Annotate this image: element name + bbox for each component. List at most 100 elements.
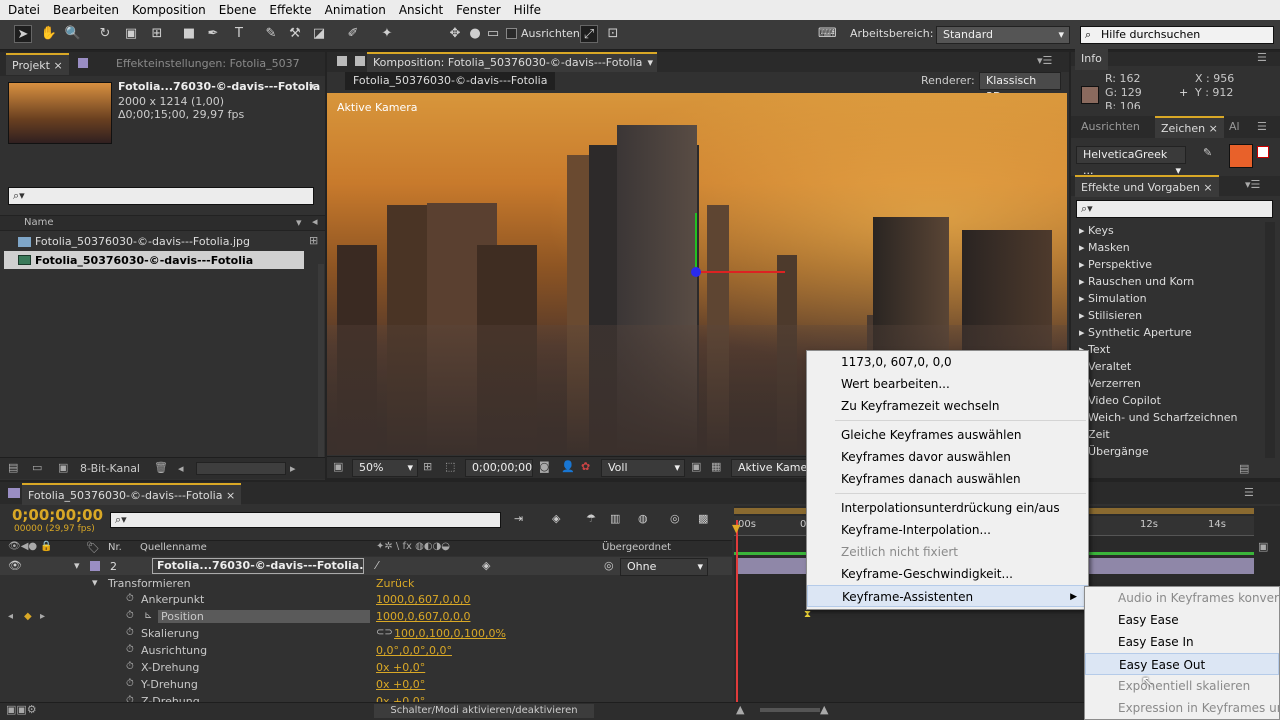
property-value[interactable]: 100,0,100,0,100,0% bbox=[394, 627, 506, 640]
property-value[interactable]: 1000,0,607,0,0,0 bbox=[376, 610, 470, 623]
tab-info[interactable]: Info bbox=[1075, 48, 1108, 70]
rectangle-tool-icon[interactable]: ■ bbox=[180, 25, 198, 43]
view-select[interactable]: Aktive Kamera bbox=[731, 459, 809, 477]
tab-align[interactable]: Ausrichten bbox=[1075, 116, 1146, 138]
add-keyframe-icon[interactable]: ◆ bbox=[24, 611, 32, 622]
property-value[interactable]: 0x +0,0° bbox=[376, 661, 425, 674]
expand-triangle-icon[interactable]: ▾ bbox=[92, 576, 98, 589]
y-axis-handle[interactable] bbox=[695, 213, 697, 273]
renderer-button[interactable]: Klassisch 3D bbox=[979, 72, 1061, 103]
z-axis-handle[interactable] bbox=[691, 267, 701, 277]
menu-hilfe[interactable]: Hilfe bbox=[506, 3, 546, 17]
local-axis-icon[interactable]: ✥ bbox=[446, 25, 464, 43]
stopwatch-icon[interactable]: ⏱ bbox=[126, 644, 134, 655]
menu-item[interactable]: Keyframe-Assistenten ▶ bbox=[807, 585, 1088, 607]
3d-layer-icon[interactable]: ◈ bbox=[482, 559, 490, 572]
eye-icon[interactable]: 👁 bbox=[8, 559, 22, 572]
interpret-footage-icon[interactable]: ▤ bbox=[8, 461, 18, 474]
list-item-selected[interactable]: Fotolia_50376030-©-davis---Fotolia bbox=[4, 251, 304, 269]
pan-behind-tool-icon[interactable]: ⊞ bbox=[148, 25, 166, 43]
text-tool-icon[interactable]: T bbox=[230, 25, 248, 43]
menu-animation[interactable]: Animation bbox=[317, 3, 391, 17]
tab-effects-presets[interactable]: Effekte und Vorgaben × bbox=[1075, 175, 1219, 197]
comp-flowchart-tab[interactable]: Fotolia_50376030-©-davis---Fotolia bbox=[345, 72, 556, 90]
close-icon[interactable]: × bbox=[226, 489, 235, 502]
close-icon[interactable]: × bbox=[1209, 122, 1218, 135]
expand-triangle-icon[interactable]: ▾ bbox=[74, 559, 80, 572]
help-search-input[interactable]: ⌕ Hilfe durchsuchen bbox=[1080, 26, 1274, 44]
frame-blending-icon[interactable]: ▥ bbox=[610, 512, 620, 525]
horizontal-scrollbar[interactable] bbox=[196, 462, 286, 475]
show-snapshot-icon[interactable]: 👤 bbox=[561, 460, 575, 473]
bit-depth-label[interactable]: 8-Bit-Kanal bbox=[80, 462, 140, 475]
stopwatch-icon[interactable]: ⏱ bbox=[126, 678, 134, 689]
menu-item[interactable]: Easy Ease In bbox=[1085, 631, 1279, 653]
tab-timeline[interactable]: Fotolia_50376030-©-davis---Fotolia × bbox=[22, 483, 242, 505]
effects-search-input[interactable]: ⌕▾ bbox=[1076, 200, 1273, 218]
menu-item[interactable]: 1173,0, 607,0, 0,0 bbox=[807, 351, 1088, 373]
scrollbar[interactable] bbox=[318, 264, 324, 464]
menu-ebene[interactable]: Ebene bbox=[211, 3, 262, 17]
new-preset-icon[interactable]: ▤ bbox=[1239, 462, 1249, 475]
parent-select[interactable]: Ohne ▾ bbox=[620, 558, 708, 576]
snap-icon[interactable]: ⤢ bbox=[580, 25, 598, 43]
toggle-switches-modes-button[interactable]: Schalter/Modi aktivieren/deaktivieren bbox=[374, 704, 594, 718]
puppet-tool-icon[interactable]: ✦ bbox=[378, 25, 396, 43]
effect-category[interactable]: ▸ Keys bbox=[1071, 222, 1261, 239]
stopwatch-icon[interactable]: ⏱ bbox=[126, 661, 134, 672]
channel-icon[interactable]: ✿ bbox=[581, 460, 590, 473]
scrollbar[interactable] bbox=[1265, 222, 1275, 458]
workspace-select[interactable]: Standard ▾ bbox=[936, 26, 1070, 44]
region-of-interest-icon[interactable]: ▣ bbox=[691, 460, 701, 473]
zoom-select[interactable]: 50% ▾ bbox=[352, 459, 418, 477]
selection-tool-icon[interactable]: ➤ bbox=[14, 25, 32, 43]
effect-category[interactable]: ▸ Synthetic Aperture bbox=[1071, 324, 1261, 341]
effect-category[interactable]: ▸ Weich- und Scharfzeichnen bbox=[1071, 409, 1261, 426]
chevron-left-icon[interactable]: ◂ bbox=[178, 462, 184, 475]
resolution-select[interactable]: Voll ▾ bbox=[601, 459, 685, 477]
lock-tab-icon[interactable] bbox=[337, 56, 347, 66]
graph-editor-icon[interactable]: ◎ bbox=[670, 512, 680, 525]
panel-menu-icon[interactable]: ☰ bbox=[1257, 51, 1267, 64]
menu-komposition[interactable]: Komposition bbox=[124, 3, 211, 17]
effect-category[interactable]: ▸ Verzerren bbox=[1071, 375, 1261, 392]
graph-icon[interactable]: ⊾ bbox=[144, 610, 152, 621]
chevron-left-icon[interactable]: ◂ bbox=[312, 215, 318, 228]
stopwatch-icon[interactable]: ⏱ bbox=[126, 593, 134, 604]
roto-brush-tool-icon[interactable]: ✐ bbox=[344, 25, 362, 43]
new-folder-icon[interactable]: ▭ bbox=[32, 461, 42, 474]
panel-menu-icon[interactable]: ☰ bbox=[1244, 486, 1254, 499]
layer-switches-icon[interactable]: ▣▣⚙ bbox=[6, 703, 37, 716]
zoom-out-icon[interactable]: ▲ bbox=[736, 703, 744, 716]
clone-stamp-tool-icon[interactable]: ⚒ bbox=[286, 25, 304, 43]
zoom-in-icon[interactable]: ▲ bbox=[820, 703, 828, 716]
effect-category[interactable]: ▸ Masken bbox=[1071, 239, 1261, 256]
effect-category[interactable]: ▸ Veraltet bbox=[1071, 358, 1261, 375]
menu-item[interactable]: Easy Ease Out bbox=[1085, 653, 1279, 675]
snapshot-icon[interactable]: ◙ bbox=[539, 460, 550, 473]
stopwatch-icon[interactable]: ⏱ bbox=[126, 610, 134, 621]
collapse-transform-icon[interactable]: ⁄ bbox=[376, 559, 378, 572]
menu-fenster[interactable]: Fenster bbox=[448, 3, 506, 17]
list-item[interactable]: Fotolia_50376030-©-davis---Fotolia.jpg bbox=[4, 233, 304, 250]
draft-3d-icon[interactable]: ◈ bbox=[552, 512, 560, 525]
menu-bearbeiten[interactable]: Bearbeiten bbox=[45, 3, 124, 17]
panel-menu-icon[interactable]: ▾☰ bbox=[1245, 178, 1260, 191]
menu-item[interactable]: Zu Keyframezeit wechseln bbox=[807, 395, 1088, 417]
close-icon[interactable]: × bbox=[1203, 181, 1212, 194]
motion-blur-icon[interactable]: ◍ bbox=[638, 512, 648, 525]
current-timecode[interactable]: 0;00;00;00 bbox=[12, 506, 103, 524]
comp-button-icon[interactable]: ▣ bbox=[1258, 540, 1276, 556]
menu-item[interactable]: Keyframe-Interpolation... bbox=[807, 519, 1088, 541]
chevron-down-icon[interactable]: ▾ bbox=[309, 80, 315, 93]
timecode-display[interactable]: 0;00;00;00 bbox=[465, 459, 533, 477]
keyframe-icon[interactable]: ⧗ bbox=[804, 609, 811, 620]
hide-shy-layers-icon[interactable]: ☂ bbox=[586, 512, 596, 525]
tab-effect-controls[interactable]: Effekteinstellungen: Fotolia_5037 bbox=[110, 53, 306, 75]
rotate-tool-icon[interactable]: ↻ bbox=[96, 25, 114, 43]
zoom-slider[interactable] bbox=[760, 708, 820, 712]
sort-icon[interactable]: ▾ bbox=[296, 216, 302, 229]
menu-ansicht[interactable]: Ansicht bbox=[391, 3, 448, 17]
tab-al[interactable]: Al bbox=[1223, 116, 1246, 138]
new-composition-icon[interactable]: ▣ bbox=[58, 461, 68, 474]
